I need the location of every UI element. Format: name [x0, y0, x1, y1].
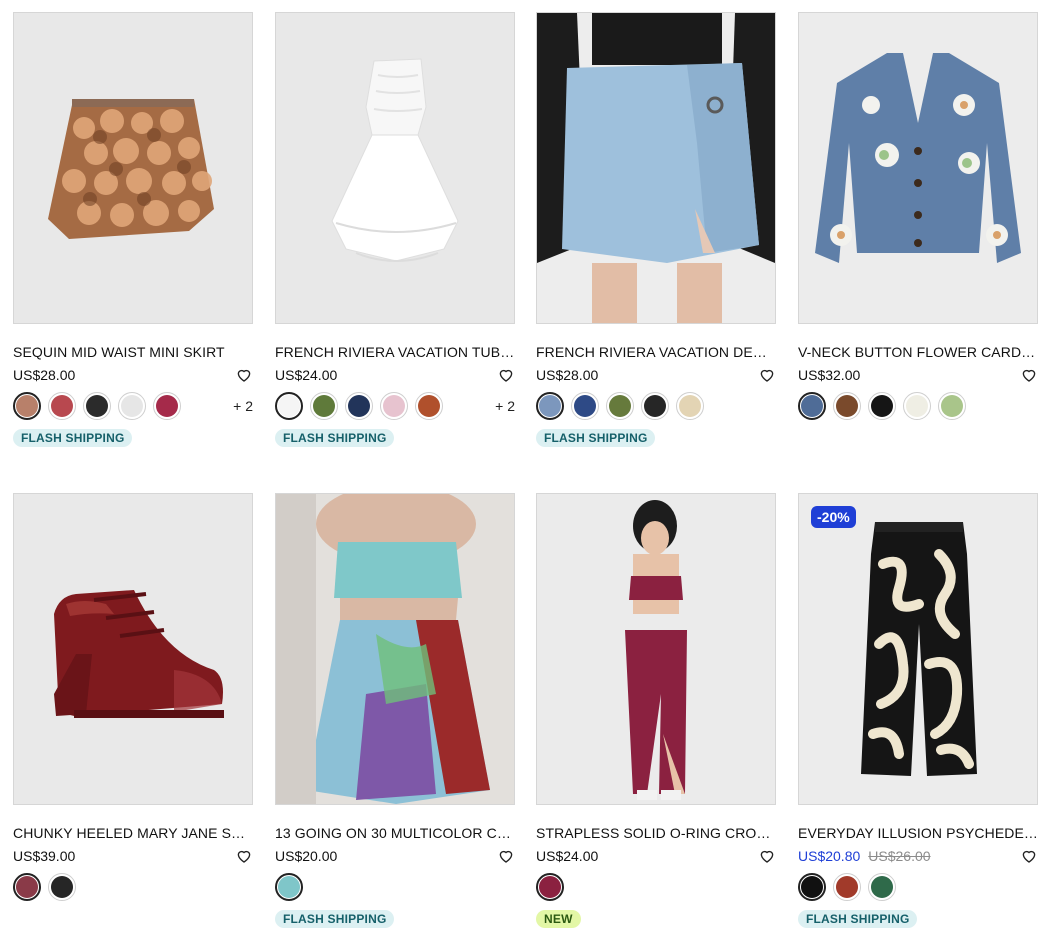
product-image[interactable]: [13, 493, 253, 805]
color-swatch[interactable]: [13, 873, 41, 901]
flash-shipping-badge: FLASH SHIPPING: [275, 910, 395, 928]
original-price: US$26.00: [868, 848, 931, 864]
product-image[interactable]: [275, 493, 515, 805]
product-title[interactable]: CHUNKY HEELED MARY JANE SHOES: [13, 824, 253, 842]
wishlist-heart-icon[interactable]: [235, 847, 253, 865]
product-image[interactable]: [13, 12, 253, 324]
color-swatch[interactable]: [536, 392, 564, 420]
product-price: US$24.00: [536, 848, 599, 864]
flash-shipping-badge: FLASH SHIPPING: [536, 429, 656, 447]
product-card[interactable]: CHUNKY HEELED MARY JANE SHOES US$39.00: [13, 493, 253, 903]
product-image[interactable]: [536, 493, 776, 805]
color-swatches: + 2: [275, 392, 515, 422]
color-swatches: [536, 873, 776, 903]
wishlist-heart-icon[interactable]: [235, 366, 253, 384]
product-image[interactable]: [798, 12, 1038, 324]
color-swatch[interactable]: [798, 873, 826, 901]
sale-price: US$20.80: [798, 848, 861, 864]
color-swatch[interactable]: [13, 392, 41, 420]
color-swatches: [275, 873, 515, 903]
color-swatch[interactable]: [833, 392, 861, 420]
color-swatch[interactable]: [83, 392, 111, 420]
color-swatch[interactable]: [380, 392, 408, 420]
color-swatches: [798, 392, 1038, 422]
product-grid: SEQUIN MID WAIST MINI SKIRT US$28.00 + 2…: [0, 0, 1052, 930]
color-swatch[interactable]: [345, 392, 373, 420]
color-swatch[interactable]: [798, 392, 826, 420]
product-card[interactable]: SEQUIN MID WAIST MINI SKIRT US$28.00 + 2…: [13, 12, 253, 447]
product-card[interactable]: 13 GOING ON 30 MULTICOLOR CUT OUT DRESS …: [275, 493, 515, 928]
color-swatch[interactable]: [275, 873, 303, 901]
wishlist-heart-icon[interactable]: [758, 847, 776, 865]
color-swatch[interactable]: [833, 873, 861, 901]
product-card[interactable]: STRAPLESS SOLID O-RING CROP TOP SET US$2…: [536, 493, 776, 928]
product-title[interactable]: EVERYDAY ILLUSION PSYCHEDELIC PANTS: [798, 824, 1038, 842]
wishlist-heart-icon[interactable]: [758, 366, 776, 384]
color-swatch[interactable]: [275, 392, 303, 420]
wishlist-heart-icon[interactable]: [497, 847, 515, 865]
product-image[interactable]: [536, 12, 776, 324]
color-swatch[interactable]: [938, 392, 966, 420]
color-swatch[interactable]: [48, 873, 76, 901]
discount-badge: -20%: [811, 506, 856, 528]
more-colors-link[interactable]: + 2: [233, 398, 253, 414]
color-swatch[interactable]: [903, 392, 931, 420]
wishlist-heart-icon[interactable]: [497, 366, 515, 384]
flash-shipping-badge: FLASH SHIPPING: [798, 910, 918, 928]
product-card[interactable]: FRENCH RIVIERA VACATION DENIM SKIRT US$2…: [536, 12, 776, 447]
wishlist-heart-icon[interactable]: [1020, 847, 1038, 865]
color-swatch[interactable]: [868, 392, 896, 420]
product-title[interactable]: FRENCH RIVIERA VACATION DENIM SKIRT: [536, 343, 776, 361]
product-title[interactable]: SEQUIN MID WAIST MINI SKIRT: [13, 343, 253, 361]
color-swatch[interactable]: [868, 873, 896, 901]
product-card[interactable]: FRENCH RIVIERA VACATION TUBE TOP DRESS U…: [275, 12, 515, 447]
product-title[interactable]: V-NECK BUTTON FLOWER CARDIGAN: [798, 343, 1038, 361]
color-swatches: [536, 392, 776, 422]
color-swatch[interactable]: [641, 392, 669, 420]
color-swatch[interactable]: [310, 392, 338, 420]
product-price: US$24.00: [275, 367, 338, 383]
more-colors-link[interactable]: + 2: [495, 398, 515, 414]
product-title[interactable]: STRAPLESS SOLID O-RING CROP TOP SET: [536, 824, 776, 842]
flash-shipping-badge: FLASH SHIPPING: [13, 429, 133, 447]
color-swatch[interactable]: [536, 873, 564, 901]
product-price: US$39.00: [13, 848, 76, 864]
flash-shipping-badge: FLASH SHIPPING: [275, 429, 395, 447]
wishlist-heart-icon[interactable]: [1020, 366, 1038, 384]
color-swatch[interactable]: [606, 392, 634, 420]
new-badge: NEW: [536, 910, 581, 928]
product-card[interactable]: V-NECK BUTTON FLOWER CARDIGAN US$32.00: [798, 12, 1038, 422]
color-swatches: [13, 873, 253, 903]
product-price: US$20.00: [275, 848, 338, 864]
color-swatch[interactable]: [676, 392, 704, 420]
product-title[interactable]: FRENCH RIVIERA VACATION TUBE TOP DRESS: [275, 343, 515, 361]
color-swatch[interactable]: [415, 392, 443, 420]
product-image[interactable]: [275, 12, 515, 324]
color-swatch[interactable]: [571, 392, 599, 420]
product-image[interactable]: -20%: [798, 493, 1038, 805]
color-swatch[interactable]: [153, 392, 181, 420]
color-swatches: [798, 873, 1038, 903]
color-swatches: + 2: [13, 392, 253, 422]
product-price: US$28.00: [536, 367, 599, 383]
product-price: US$28.00: [13, 367, 76, 383]
product-title[interactable]: 13 GOING ON 30 MULTICOLOR CUT OUT DRESS: [275, 824, 515, 842]
product-card[interactable]: -20% EVERYDAY ILLUSION PSYCHEDELIC PANTS…: [798, 493, 1038, 928]
color-swatch[interactable]: [118, 392, 146, 420]
product-price: US$32.00: [798, 367, 861, 383]
color-swatch[interactable]: [48, 392, 76, 420]
